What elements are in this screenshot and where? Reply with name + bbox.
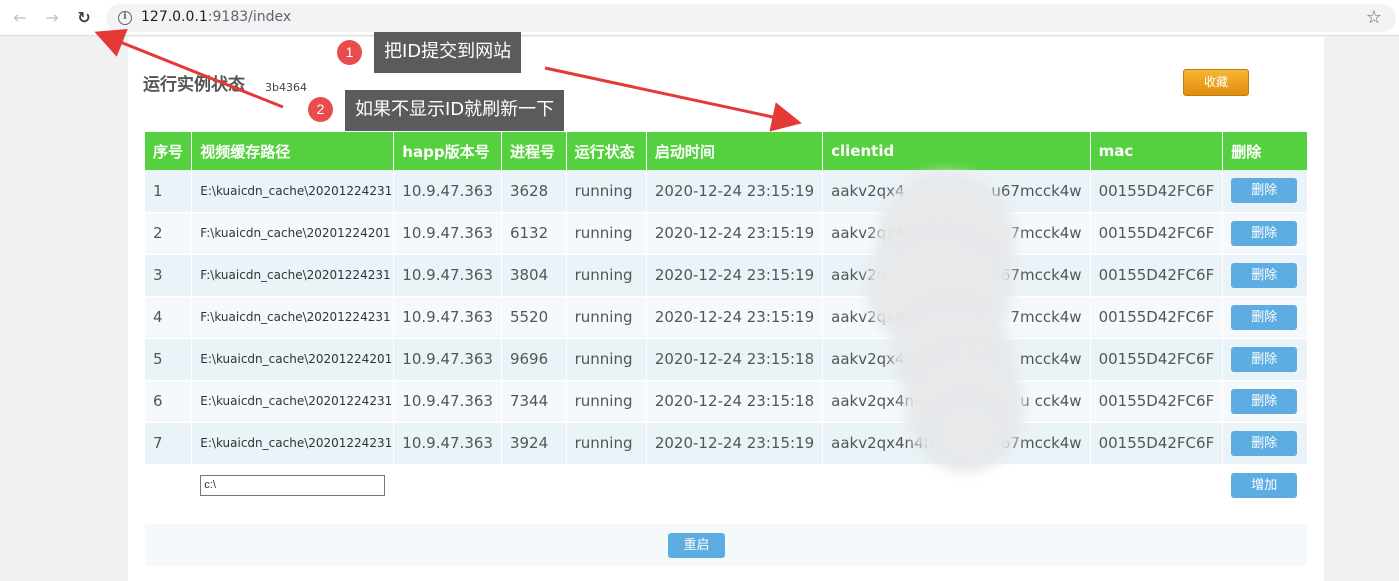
annotation-badge-1: 1 — [337, 40, 362, 65]
arrow-to-reload — [94, 28, 284, 109]
annotation-callout-2: 如果不显示ID就刷新一下 — [345, 90, 565, 131]
annotation-callout-1: 把ID提交到网站 — [374, 32, 522, 73]
annotation-arrows — [94, 28, 802, 132]
annotation-badge-2: 2 — [308, 97, 333, 122]
arrow-to-clientid — [544, 66, 802, 132]
